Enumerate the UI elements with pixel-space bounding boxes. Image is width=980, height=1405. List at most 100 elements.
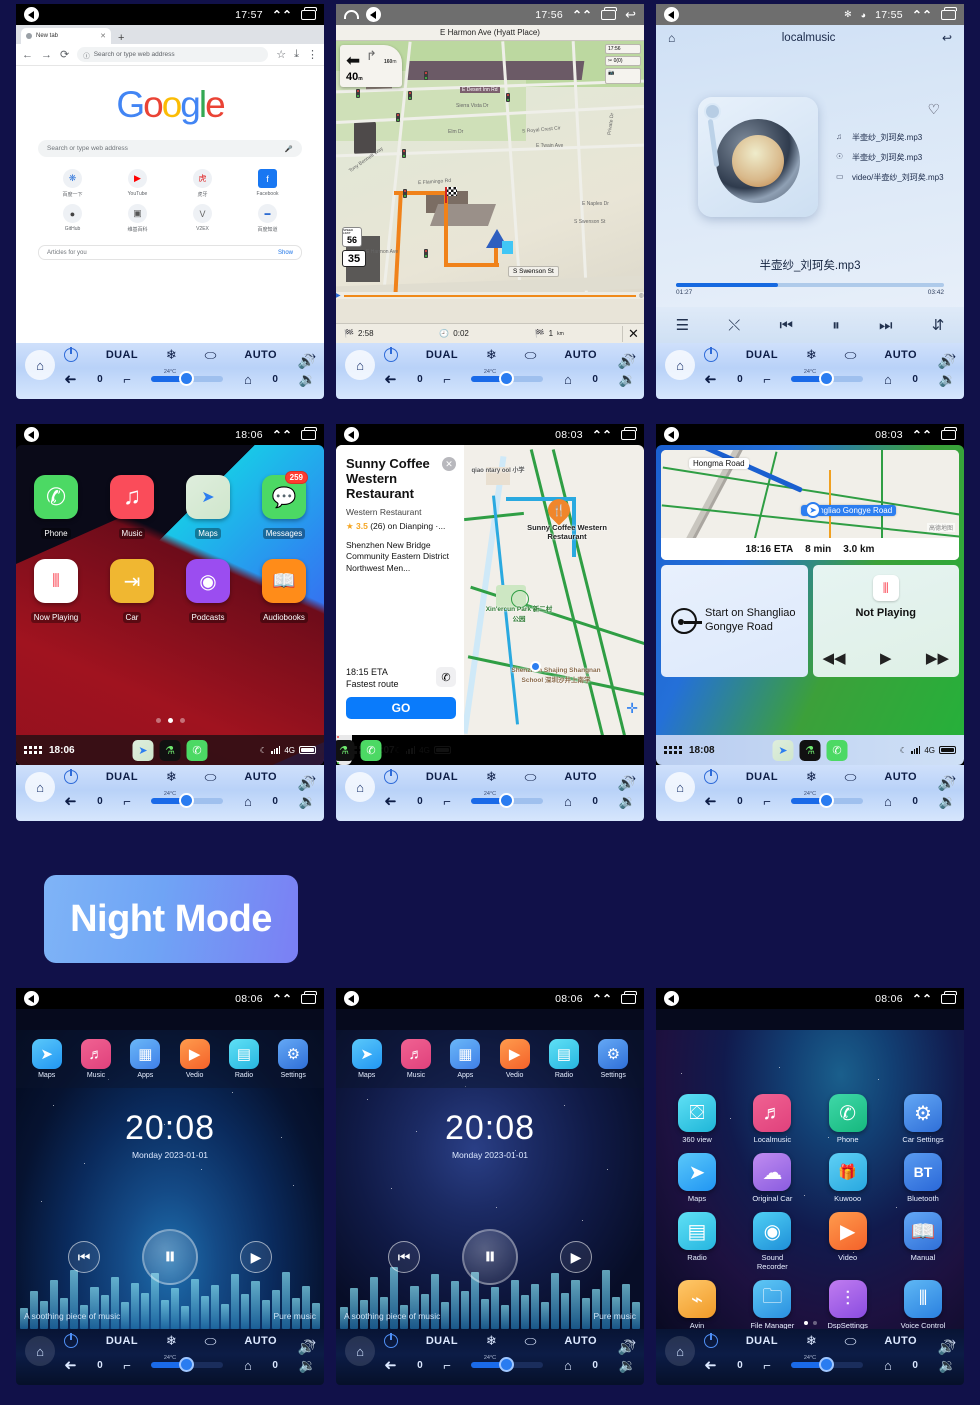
seat-heat-icon[interactable]: ⌂: [884, 794, 892, 809]
auto-label[interactable]: AUTO: [564, 349, 597, 361]
shelf-item-music[interactable]: ♬ Music: [394, 1039, 438, 1079]
volume-up-icon[interactable]: 🔊: [298, 353, 315, 370]
remaining-time-item[interactable]: 🏁 2:58: [336, 329, 431, 338]
volume-down-icon[interactable]: 🔉: [939, 371, 956, 388]
previous-icon[interactable]: ⏮: [388, 1241, 420, 1273]
drawer-item-kuwooo[interactable]: 🎁 Kuwooo: [821, 1153, 875, 1203]
volume-down-icon[interactable]: 🔉: [939, 793, 956, 810]
drawer-item-original-car[interactable]: ☁ Original Car: [745, 1153, 799, 1203]
auto-label[interactable]: AUTO: [564, 1335, 597, 1347]
drawer-item-car-settings[interactable]: ⚙ Car Settings: [896, 1094, 950, 1144]
dual-label[interactable]: DUAL: [106, 1335, 138, 1347]
hvac-home-button[interactable]: ⌂: [665, 1336, 695, 1366]
fan-slider[interactable]: [151, 793, 224, 808]
shortcut-item[interactable]: ▣ 维基百科: [105, 204, 170, 233]
volume-down-icon[interactable]: 🔉: [299, 793, 316, 810]
app-car[interactable]: ⇥ Car: [106, 559, 158, 625]
download-icon[interactable]: ⤓: [294, 48, 299, 61]
fan-slider[interactable]: [471, 1357, 544, 1372]
volume-down-icon[interactable]: 🔉: [619, 793, 636, 810]
drawer-item-phone[interactable]: ✆ Phone: [821, 1094, 875, 1144]
volume-up-icon[interactable]: 🔊: [938, 1339, 955, 1356]
auto-label[interactable]: AUTO: [884, 1335, 917, 1347]
shortcut-item[interactable]: 虎虎牙: [170, 169, 235, 198]
play-icon[interactable]: ▶: [880, 649, 892, 667]
add-icon[interactable]: ✛: [626, 700, 638, 717]
recents-icon[interactable]: [301, 990, 317, 1004]
shortcut-item[interactable]: f Facebook: [235, 169, 300, 198]
dock-phone-icon[interactable]: ✆: [186, 739, 208, 761]
nav-map[interactable]: E Harmon Ave (Hyatt Place) E Desert Inn …: [336, 25, 644, 343]
nav-camera-icon[interactable]: 📷: [605, 68, 641, 84]
fastforward-icon[interactable]: ▶▶: [926, 649, 949, 667]
back-nav-icon[interactable]: ←: [22, 49, 33, 61]
volume-up-icon[interactable]: 🔊: [298, 775, 315, 792]
snowflake-icon[interactable]: ❄: [486, 347, 497, 363]
recents-icon[interactable]: [301, 426, 317, 440]
seat-heat-icon[interactable]: ⌂: [564, 372, 572, 387]
go-button[interactable]: GO: [346, 697, 456, 719]
next-icon[interactable]: ⏭: [879, 317, 893, 334]
back-button[interactable]: ➜: [704, 1356, 717, 1374]
power-icon[interactable]: [64, 769, 78, 784]
volume-down-icon[interactable]: 🔉: [299, 1357, 316, 1374]
pause-icon[interactable]: ⏸: [462, 1229, 518, 1285]
shelf-item-settings[interactable]: ⚙ Settings: [271, 1039, 315, 1079]
previous-icon[interactable]: ⏮: [780, 317, 794, 334]
drawer-item-360view[interactable]: ⛋ 360 view: [670, 1094, 724, 1144]
dock-app-icon[interactable]: ⚗: [799, 739, 821, 761]
snowflake-icon[interactable]: ❄: [806, 769, 817, 785]
dual-label[interactable]: DUAL: [426, 1335, 458, 1347]
volume-down-icon[interactable]: 🔉: [619, 1357, 636, 1374]
power-icon[interactable]: [384, 347, 398, 362]
articles-show-button[interactable]: Show: [278, 250, 293, 256]
equalizer-icon[interactable]: ⇵: [932, 316, 945, 334]
drawer-item-sound-recorder[interactable]: ◉ Sound Recorder: [745, 1212, 799, 1271]
hvac-home-button[interactable]: ⌂: [25, 350, 55, 380]
seat-icon[interactable]: ⌐: [443, 1358, 451, 1373]
seat-icon[interactable]: ⌐: [123, 794, 131, 809]
favorite-icon[interactable]: ♡: [836, 101, 940, 118]
seat-icon[interactable]: ⌐: [123, 1358, 131, 1373]
drawer-item-bluetooth[interactable]: BT Bluetooth: [896, 1153, 950, 1203]
seat-heat-icon[interactable]: ⌂: [884, 372, 892, 387]
distance-item[interactable]: 🏁 1 km: [527, 329, 622, 338]
seat-heat-icon[interactable]: ⌂: [244, 1358, 252, 1373]
home-icon[interactable]: ⌂: [668, 31, 675, 45]
shelf-item-video[interactable]: ▶ Vedio: [173, 1039, 217, 1079]
recents-icon[interactable]: [621, 990, 637, 1004]
app-now-playing[interactable]: ⦀ Now Playing: [30, 559, 82, 625]
dock-phone-icon[interactable]: ✆: [826, 739, 848, 761]
power-icon[interactable]: [704, 769, 718, 784]
drawer-item-localmusic[interactable]: ♬ Localmusic: [745, 1094, 799, 1144]
reload-icon[interactable]: ⟳: [60, 48, 69, 61]
previous-icon[interactable]: ⏮: [68, 1241, 100, 1273]
fan-slider[interactable]: [791, 371, 864, 386]
close-nav-button[interactable]: ✕: [621, 325, 644, 342]
dock-phone-icon[interactable]: ✆: [360, 739, 382, 761]
seat-heat-icon[interactable]: ⌂: [564, 794, 572, 809]
close-icon[interactable]: ✕: [442, 457, 456, 471]
recents-icon[interactable]: [941, 990, 957, 1004]
apps-grid-icon[interactable]: [24, 746, 42, 754]
app-audiobooks[interactable]: 📖 Audiobooks: [258, 559, 310, 625]
snowflake-icon[interactable]: ❄: [806, 1333, 817, 1349]
snowflake-icon[interactable]: ❄: [166, 347, 177, 363]
drawer-item-radio[interactable]: ▤ Radio: [670, 1212, 724, 1271]
app-phone[interactable]: ✆ Phone: [30, 475, 82, 541]
hvac-home-button[interactable]: ⌂: [25, 772, 55, 802]
seat-icon[interactable]: ⌐: [763, 794, 771, 809]
recents-icon[interactable]: [941, 6, 957, 20]
back-button[interactable]: ➜: [64, 1356, 77, 1374]
google-search-input[interactable]: Search or type web address 🎤: [38, 140, 302, 157]
hvac-home-button[interactable]: ⌂: [345, 350, 375, 380]
back-icon[interactable]: [24, 427, 39, 442]
defrost-icon[interactable]: ⬭: [845, 769, 857, 786]
back-icon[interactable]: [664, 427, 679, 442]
hvac-home-button[interactable]: ⌂: [25, 1336, 55, 1366]
pause-icon[interactable]: ⏸: [832, 317, 840, 334]
auto-label[interactable]: AUTO: [244, 1335, 277, 1347]
chevron-up-icon[interactable]: ⌃⌃: [592, 428, 612, 442]
volume-up-icon[interactable]: 🔊: [298, 1339, 315, 1356]
shelf-item-maps[interactable]: ➤ Maps: [25, 1039, 69, 1079]
